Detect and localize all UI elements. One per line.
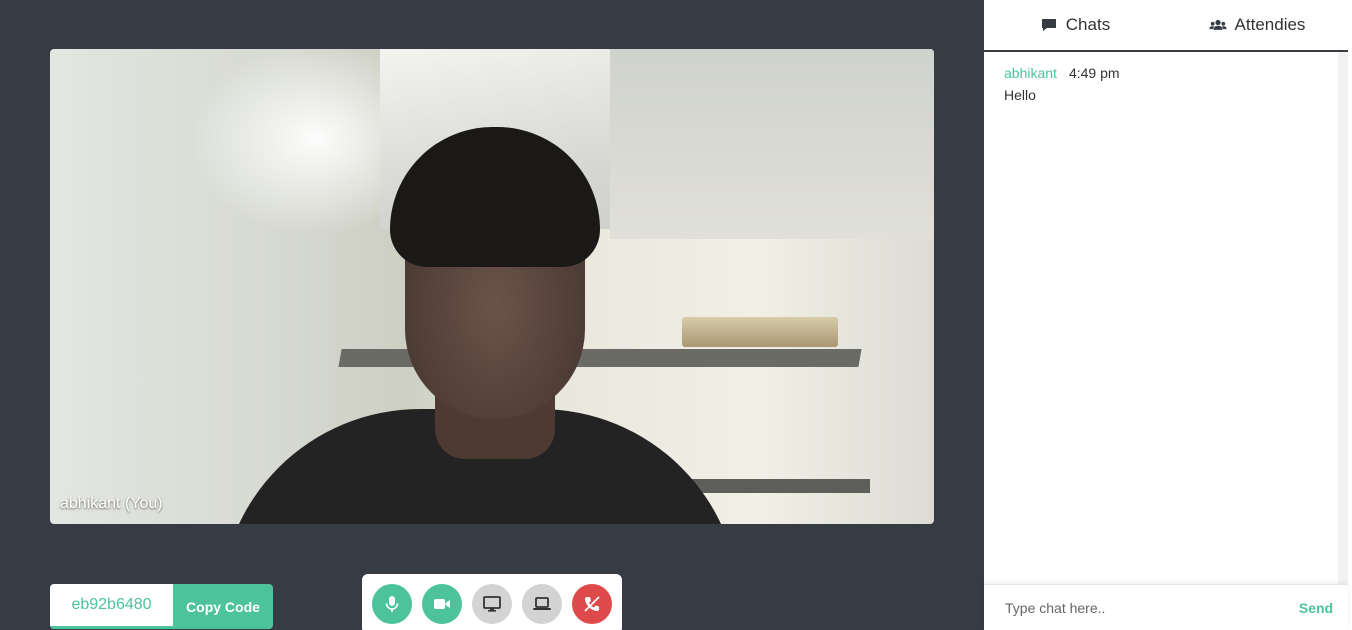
video-stage: abhikant (You) eb92b6480 Copy Code: [0, 0, 984, 630]
send-button[interactable]: Send: [1284, 600, 1348, 616]
phone-slash-icon: [584, 596, 600, 612]
chat-message-header: abhikant 4:49 pm: [1004, 65, 1120, 81]
copy-code-button[interactable]: Copy Code: [173, 584, 273, 629]
chat-message-text: Hello: [1004, 87, 1036, 103]
chat-input[interactable]: [1005, 599, 1284, 616]
laptop-icon: [533, 597, 551, 610]
call-controls: [362, 574, 622, 630]
microphone-button[interactable]: [372, 584, 412, 624]
users-icon: [1208, 19, 1227, 30]
tab-chats-label: Chats: [1065, 15, 1111, 34]
chat-scrollbar[interactable]: [1338, 52, 1348, 584]
tab-attendies-label: Attendies: [1234, 15, 1306, 34]
chat-composer: Send: [984, 584, 1348, 630]
chat-message-user: abhikant: [1004, 65, 1057, 81]
sidebar-tabs: Chats Attendies: [984, 0, 1348, 52]
participant-name-label: abhikant (You): [60, 495, 163, 512]
chat-sidebar: Chats Attendies abhikant 4:49 pm Hello S…: [984, 0, 1352, 630]
comment-icon: [1041, 19, 1056, 31]
video-background-box: [682, 317, 838, 347]
tab-attendies[interactable]: Attendies: [1166, 0, 1348, 50]
chat-messages: abhikant 4:49 pm Hello: [984, 52, 1338, 584]
camera-button[interactable]: [422, 584, 462, 624]
chat-message-time: 4:49 pm: [1068, 65, 1120, 81]
meeting-code: eb92b6480: [50, 584, 173, 629]
microphone-icon: [385, 596, 399, 612]
tab-chats[interactable]: Chats: [984, 0, 1166, 50]
laptop-share-button[interactable]: [522, 584, 562, 624]
desktop-icon: [483, 596, 501, 612]
local-video: abhikant (You): [50, 49, 934, 524]
meeting-code-box: eb92b6480 Copy Code: [50, 584, 273, 629]
end-call-button[interactable]: [572, 584, 612, 624]
video-background-wall: [610, 49, 934, 239]
screen-share-button[interactable]: [472, 584, 512, 624]
video-camera-icon: [434, 599, 450, 609]
chat-message: abhikant 4:49 pm Hello: [1004, 65, 1120, 103]
